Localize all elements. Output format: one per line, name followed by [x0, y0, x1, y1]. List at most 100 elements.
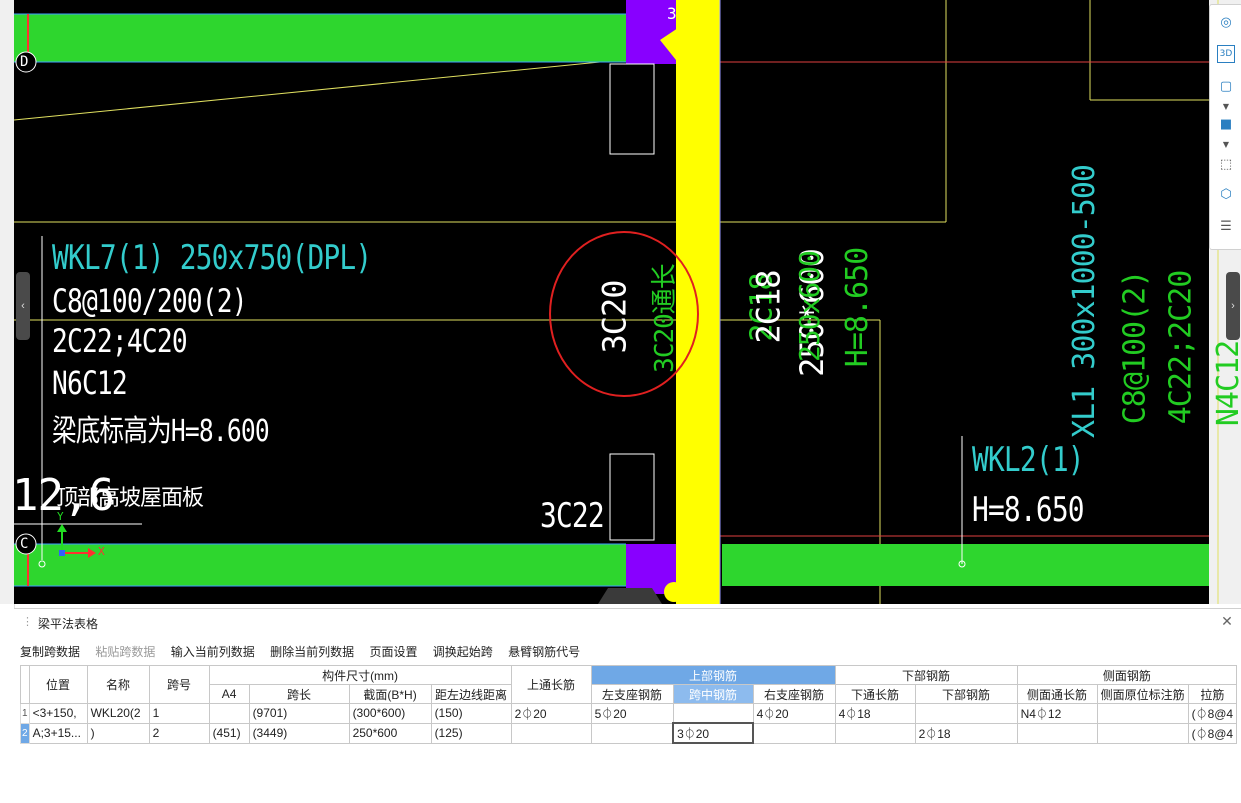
copy-span-data-button[interactable]: 复制跨数据	[20, 645, 80, 659]
col-a4[interactable]: A4	[208, 684, 250, 704]
cell-top-continuous[interactable]: 2⏀20	[510, 703, 592, 724]
dropdown-arrow-icon[interactable]: ▼	[1216, 97, 1236, 117]
solid-cube-icon[interactable]: ■	[1216, 115, 1236, 135]
collapse-tab[interactable]	[598, 588, 662, 604]
cell-bottom-rebar[interactable]: 2⏀18	[914, 722, 1018, 744]
cell-span-length[interactable]: (9701)	[248, 703, 350, 724]
wkl7-annotation[interactable]: WKL7(1) 250x750(DPL) C8@100/200(2) 2C22;…	[52, 238, 441, 449]
cell-side-original[interactable]	[1096, 703, 1189, 724]
cell-side-original[interactable]	[1096, 722, 1189, 744]
row-number[interactable]: 2	[20, 722, 30, 744]
col-side-continuous[interactable]: 侧面通长筋	[1016, 684, 1098, 704]
cell-span-no[interactable]: 2	[148, 722, 210, 744]
cell-section[interactable]: 250*600	[348, 722, 432, 744]
mark-3c20-white[interactable]: 3C20	[596, 280, 634, 353]
mark-3c20-green[interactable]: 3C20通长	[644, 264, 681, 373]
cell-edge-distance[interactable]: (125)	[430, 722, 512, 744]
beam-bottom-green[interactable]	[14, 544, 626, 586]
close-icon[interactable]: ✕	[1219, 613, 1235, 630]
cell-right-support[interactable]: 4⏀20	[752, 703, 836, 724]
page-setup-button[interactable]: 页面设置	[369, 645, 417, 659]
axis-x-label: X	[98, 545, 105, 558]
xl1-title[interactable]: XL1 300x1000-500	[1067, 165, 1102, 438]
wkl2-elevation: H=8.650	[972, 490, 1085, 530]
col-position[interactable]: 位置	[28, 665, 88, 704]
col-edge-distance[interactable]: 距左边线距离	[430, 684, 512, 704]
row-number[interactable]: 1	[20, 703, 30, 724]
col-side-original[interactable]: 侧面原位标注筋	[1096, 684, 1189, 704]
mark-250x600-green: 250x600	[793, 250, 827, 363]
wkl7-side-rebar: N6C12	[52, 364, 128, 402]
cell-tie[interactable]: (⏀8@4	[1187, 722, 1238, 744]
cell-tie[interactable]: (⏀8@4	[1187, 703, 1238, 724]
axis-label-3: 3	[667, 4, 677, 23]
cell-edge-distance[interactable]: (150)	[430, 703, 512, 724]
header-row-groups: 位置 名称 跨号 构件尺寸(mm) 上通长筋 上部钢筋 下部钢筋 侧面钢筋	[20, 665, 1238, 704]
col-bottom-continuous[interactable]: 下通长筋	[834, 684, 916, 704]
cube-outline-icon[interactable]: ⬡	[1216, 185, 1236, 205]
cell-top-continuous[interactable]	[510, 722, 592, 744]
cell-bottom-continuous[interactable]: 4⏀18	[834, 703, 916, 724]
col-mid-span[interactable]: 跨中钢筋	[672, 684, 754, 704]
group-side-rebar: 侧面钢筋	[1016, 665, 1238, 685]
cell-span-length[interactable]: (3449)	[248, 722, 350, 744]
col-span-length[interactable]: 跨长	[248, 684, 350, 704]
cell-side-continuous[interactable]: N4⏀12	[1016, 703, 1098, 724]
wkl7-elevation: 梁底标高为H=8.600	[52, 414, 270, 449]
mark-2c18-white[interactable]: 2C18	[750, 270, 788, 343]
cell-left-support[interactable]	[590, 722, 674, 744]
cell-name[interactable]: )	[86, 722, 150, 744]
view-3d-icon[interactable]: 3D	[1217, 45, 1235, 63]
wkl2-title[interactable]: WKL2(1)	[972, 440, 1085, 480]
mark-h8650-green[interactable]: H=8.650	[840, 248, 875, 367]
table-row[interactable]: 1 <3+150, WKL20(2 1 (9701) (300*600) (15…	[20, 703, 1238, 724]
nav-left-arrow[interactable]: ‹	[16, 272, 30, 340]
delete-column-data-button[interactable]: 删除当前列数据	[270, 645, 354, 659]
wkl7-title: WKL7(1) 250x750(DPL)	[52, 238, 372, 278]
cell-position[interactable]: A;3+15...	[28, 722, 88, 744]
panel-title: 梁平法表格	[38, 617, 99, 631]
axis-y-label: Y	[57, 510, 64, 523]
table-row[interactable]: 2 A;3+15... ) 2 (451) (3449) 250*600 (12…	[20, 722, 1238, 744]
beam-top-green[interactable]	[14, 14, 626, 62]
col-name[interactable]: 名称	[86, 665, 150, 704]
cantilever-code-button[interactable]: 悬臂钢筋代号	[508, 645, 580, 659]
cube-view-icon[interactable]: ▢	[1216, 77, 1236, 97]
dropdown-arrow-icon[interactable]: ▼	[1216, 135, 1236, 155]
cell-section[interactable]: (300*600)	[348, 703, 432, 724]
orbit-icon[interactable]: ◎	[1216, 13, 1236, 33]
col-section[interactable]: 截面(B*H)	[348, 684, 432, 704]
xl1-main-rebar: 4C22;2C20	[1163, 270, 1199, 425]
cell-mid-span[interactable]	[672, 703, 754, 724]
col-left-support[interactable]: 左支座钢筋	[590, 684, 674, 704]
col-bottom-rebar[interactable]: 下部钢筋	[914, 684, 1018, 704]
selection-box-icon[interactable]: ⬚	[1216, 155, 1236, 175]
col-right-support[interactable]: 右支座钢筋	[752, 684, 836, 704]
paste-span-data-button[interactable]: 粘贴跨数据	[95, 645, 155, 659]
cell-a4[interactable]: (451)	[208, 722, 250, 744]
cell-span-no[interactable]: 1	[148, 703, 210, 724]
cad-drawing-viewport[interactable]: 3 D C WKL7(1) 250x750(DPL) C8@100/200(2)…	[0, 0, 1241, 604]
col-span-no[interactable]: 跨号	[148, 665, 210, 704]
group-top-rebar: 上部钢筋	[590, 665, 836, 685]
cell-mid-span-active[interactable]: 3⏀20	[672, 722, 755, 744]
wkl7-stirrup: C8@100/200(2)	[52, 282, 248, 320]
nav-right-arrow[interactable]: ›	[1226, 272, 1240, 340]
cell-left-support[interactable]: 5⏀20	[590, 703, 674, 724]
group-bottom-rebar: 下部钢筋	[834, 665, 1018, 685]
cell-bottom-continuous[interactable]	[834, 722, 916, 744]
cell-right-support[interactable]	[752, 722, 836, 744]
cell-side-continuous[interactable]	[1016, 722, 1098, 744]
col-top-continuous[interactable]: 上通长筋	[510, 665, 592, 704]
properties-list-icon[interactable]: ☰	[1216, 217, 1236, 237]
cell-name[interactable]: WKL20(2	[86, 703, 150, 724]
input-column-data-button[interactable]: 输入当前列数据	[171, 645, 255, 659]
col-tie[interactable]: 拉筋	[1187, 684, 1238, 704]
axis-label-d: D	[20, 54, 29, 70]
cell-a4[interactable]	[208, 703, 250, 724]
cell-bottom-rebar[interactable]	[914, 703, 1018, 724]
beam-bottom-green-right[interactable]	[722, 544, 1209, 586]
swap-start-span-button[interactable]: 调换起始跨	[433, 645, 493, 659]
cell-position[interactable]: <3+150,	[28, 703, 88, 724]
mark-3c22[interactable]: 3C22	[540, 496, 605, 536]
